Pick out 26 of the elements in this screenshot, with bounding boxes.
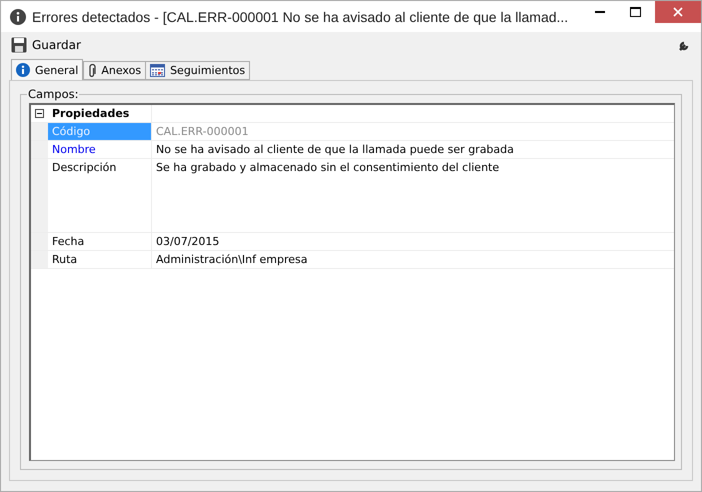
- save-button[interactable]: Guardar: [11, 37, 81, 53]
- property-value: CAL.ERR-000001: [155, 124, 250, 140]
- calendar-icon: [150, 64, 166, 77]
- maximize-icon: [630, 7, 640, 17]
- info-icon: [16, 63, 30, 77]
- group-title: Campos:: [27, 87, 80, 101]
- property-value: Administración\Inf empresa: [155, 252, 309, 268]
- close-icon: [673, 7, 683, 17]
- collapse-icon[interactable]: [35, 109, 44, 118]
- property-label[interactable]: Nombre: [48, 141, 152, 158]
- save-icon: [11, 37, 27, 53]
- property-label[interactable]: Descripción: [48, 159, 152, 232]
- category-label: Propiedades: [48, 105, 152, 122]
- minimize-icon: [595, 11, 605, 13]
- tab[interactable]: General: [11, 59, 84, 80]
- paperclip-icon: [88, 64, 96, 78]
- close-button[interactable]: [655, 1, 701, 23]
- property-label[interactable]: Ruta: [48, 251, 152, 268]
- window-title: Errores detectados - [CAL.ERR-000001 No se ha avisado al cliente de que la llamad...: [32, 8, 568, 24]
- info-icon: [10, 8, 26, 24]
- property-value: Se ha grabado y almacenado sin el consentimiento del cliente: [155, 160, 500, 176]
- tab[interactable]: Anexos: [83, 61, 146, 80]
- property-value: No se ha avisado al cliente de que la llamada puede ser grabada: [155, 142, 515, 158]
- property-value: 03/07/2015: [155, 234, 220, 250]
- property-label[interactable]: Fecha: [48, 233, 152, 250]
- tab[interactable]: Seguimientos: [145, 61, 250, 80]
